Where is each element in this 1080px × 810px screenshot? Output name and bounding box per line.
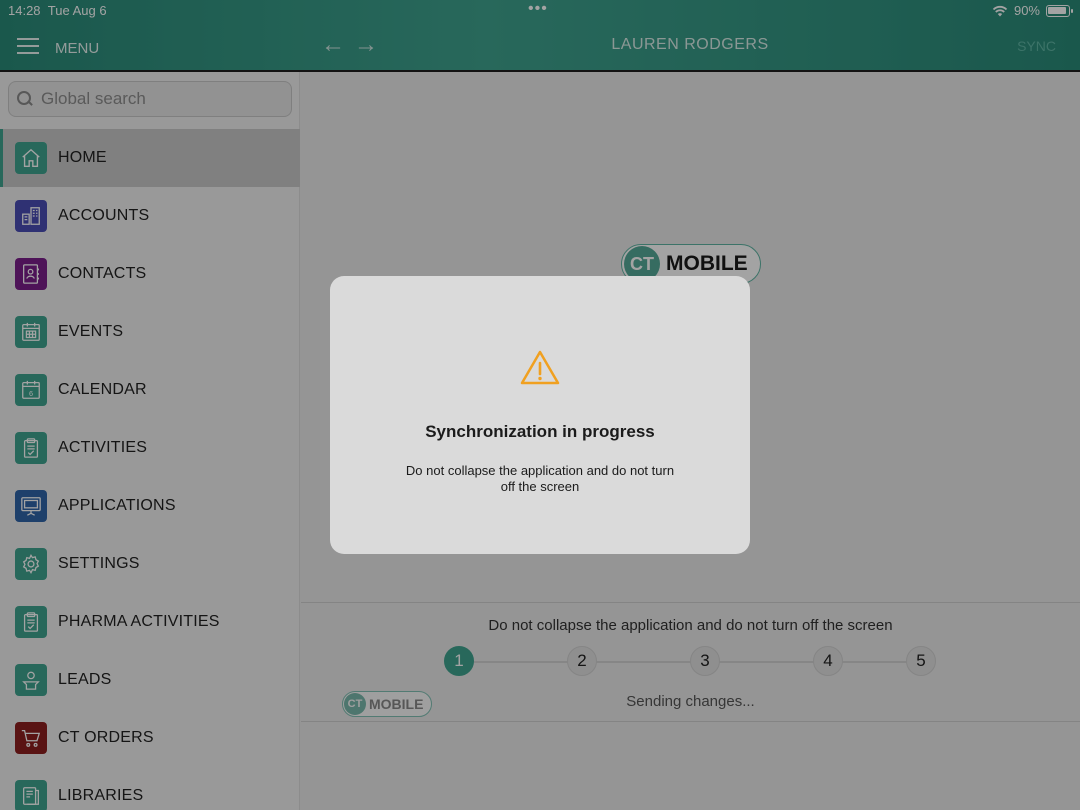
modal-title: Synchronization in progress (425, 422, 655, 441)
sync-modal: Synchronization in progress Do not colla… (330, 276, 750, 554)
warning-icon (520, 350, 560, 385)
modal-message: Do not collapse the application and do n… (405, 463, 675, 494)
